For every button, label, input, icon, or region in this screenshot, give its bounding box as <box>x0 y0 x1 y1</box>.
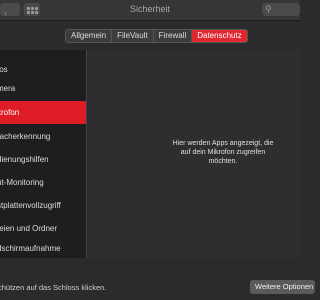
sidebar-item-mikrofon[interactable]: krofon <box>0 101 86 124</box>
window-title: Sicherheit <box>129 4 171 14</box>
footer-bar: chützen auf das Schloss klicken. Weitere… <box>0 258 315 300</box>
sidebar-item-label: krofon <box>0 108 20 117</box>
tab-datenschutz[interactable]: Datenschutz <box>192 30 247 42</box>
sidebar-item-label: mera <box>0 84 16 93</box>
sidebar-item-input-monitoring[interactable]: ut-Monitoring <box>0 171 86 194</box>
message-line: Hier werden Apps angezeigt, die <box>172 140 274 147</box>
search-icon: ⚲ <box>265 4 272 14</box>
tab-filevault[interactable]: FileVault <box>112 30 154 42</box>
message-line: möchten. <box>208 158 238 165</box>
sidebar-item-label: teien und Ordner <box>0 224 58 233</box>
message-line: auf dein Mikrofon zugreifen <box>180 149 266 156</box>
sidebar-item-label: stplattenvollzugriff <box>0 201 61 210</box>
sidebar-item-spracherkennung[interactable]: racherkennung <box>0 125 86 148</box>
search-field[interactable]: ⚲ <box>262 3 300 16</box>
empty-state-message: Hier werden Apps angezeigt, die auf dein… <box>148 139 298 166</box>
sidebar-item-bildschirmaufnahme[interactable]: dschirmaufnahme <box>0 239 86 258</box>
tab-allgemein[interactable]: Allgemein <box>66 30 113 42</box>
app-list-panel: Hier werden Apps angezeigt, die auf dein… <box>88 50 300 258</box>
sidebar-item-festplattenvollzugriff[interactable]: stplattenvollzugriff <box>0 194 86 217</box>
advanced-button[interactable]: Weitere Optionen <box>250 280 315 294</box>
sidebar-item-label: ut-Monitoring <box>0 178 44 187</box>
sidebar-item-label: dienungshilfen <box>0 155 49 164</box>
lock-hint-text: chützen auf das Schloss klicken. <box>0 283 107 292</box>
sidebar-item-kamera[interactable]: mera <box>0 77 86 100</box>
sidebar-item-bedienungshilfen[interactable]: dienungshilfen <box>0 148 86 171</box>
title-bar: ‹ Sicherheit ⚲ <box>0 0 300 21</box>
privacy-sidebar: tos mera krofon racherkennung dienungshi… <box>0 50 87 258</box>
tab-firewall[interactable]: Firewall <box>153 30 193 42</box>
sidebar-item-dateien-und-ordner[interactable]: teien und Ordner <box>0 217 86 240</box>
sidebar-item-label: dschirmaufnahme <box>0 244 61 253</box>
tab-bar: Allgemein FileVault Firewall Datenschutz <box>65 29 248 43</box>
sidebar-item-label: racherkennung <box>0 132 51 141</box>
